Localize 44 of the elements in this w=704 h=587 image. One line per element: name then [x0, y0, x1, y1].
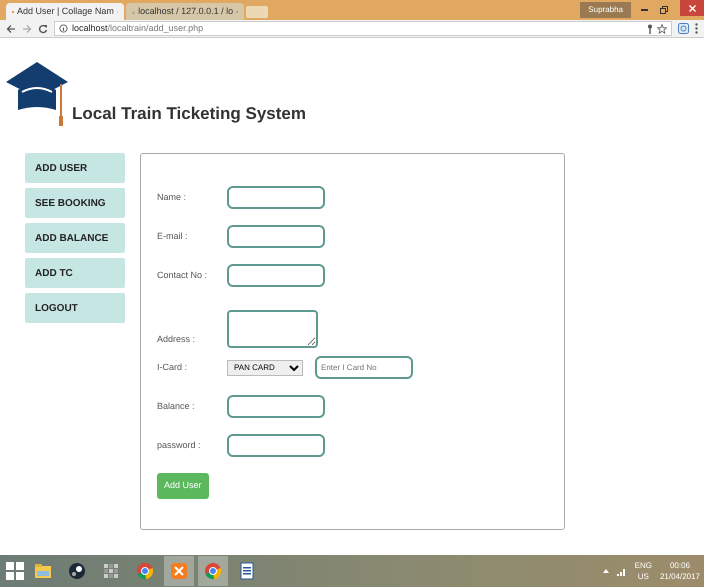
chrome-icon[interactable] — [203, 561, 223, 581]
input-field[interactable] — [227, 225, 325, 248]
profile-name[interactable]: Suprabha — [580, 2, 631, 18]
input-field[interactable] — [227, 434, 325, 457]
forward-icon[interactable] — [22, 24, 32, 34]
sidebar-item[interactable]: ADD BALANCE — [25, 223, 125, 253]
show-hidden-icon[interactable] — [602, 569, 609, 573]
signal-icon[interactable] — [616, 566, 627, 576]
sidebar-item[interactable]: ADD USER — [25, 153, 125, 183]
field-label: Balance : — [157, 400, 196, 413]
url-text: localhost/localtrain/add_user.php — [72, 22, 204, 35]
input-field[interactable] — [227, 395, 325, 418]
browser-tab[interactable]: localhost / 127.0.0.1 / lo — [126, 3, 244, 20]
input-field[interactable] — [227, 264, 325, 287]
star-icon[interactable] — [657, 24, 667, 34]
key-icon[interactable] — [647, 24, 653, 34]
extension-icon[interactable] — [678, 23, 689, 34]
input-field[interactable] — [227, 186, 325, 209]
field-label: Address : — [157, 332, 196, 346]
close-button[interactable] — [680, 0, 704, 16]
card-type-dropdown[interactable]: PAN CARD — [227, 360, 303, 376]
reload-icon[interactable] — [38, 24, 48, 34]
address-field[interactable] — [227, 310, 318, 348]
field-label: Contact No : — [157, 268, 208, 282]
field-label: Name : — [157, 190, 188, 204]
field-label: I-Card : — [157, 360, 188, 374]
menu-icon[interactable] — [695, 23, 698, 34]
field-label: E-mail : — [157, 230, 189, 243]
info-icon — [59, 24, 68, 33]
sidebar-item[interactable]: LOGOUT — [25, 293, 125, 323]
field-label: password : — [157, 438, 202, 452]
chrome-icon[interactable] — [135, 561, 155, 581]
restore-icon[interactable] — [660, 6, 668, 14]
close-icon — [688, 4, 696, 12]
sidebar-item[interactable]: ADD TC — [25, 258, 125, 288]
sidebar-item[interactable]: SEE BOOKING — [25, 188, 125, 218]
back-icon[interactable] — [6, 24, 16, 34]
browser-tab[interactable]: Add User | Collage Nam — [6, 3, 124, 20]
card-number-field[interactable]: Enter I Card No — [315, 356, 413, 379]
site-title: Local Train Ticketing System — [72, 104, 306, 124]
folder-icon[interactable] — [33, 561, 53, 581]
start-icon[interactable] — [6, 562, 24, 580]
grid-icon[interactable] — [101, 561, 121, 581]
address-bar[interactable]: localhost/localtrain/add_user.php — [54, 21, 672, 36]
